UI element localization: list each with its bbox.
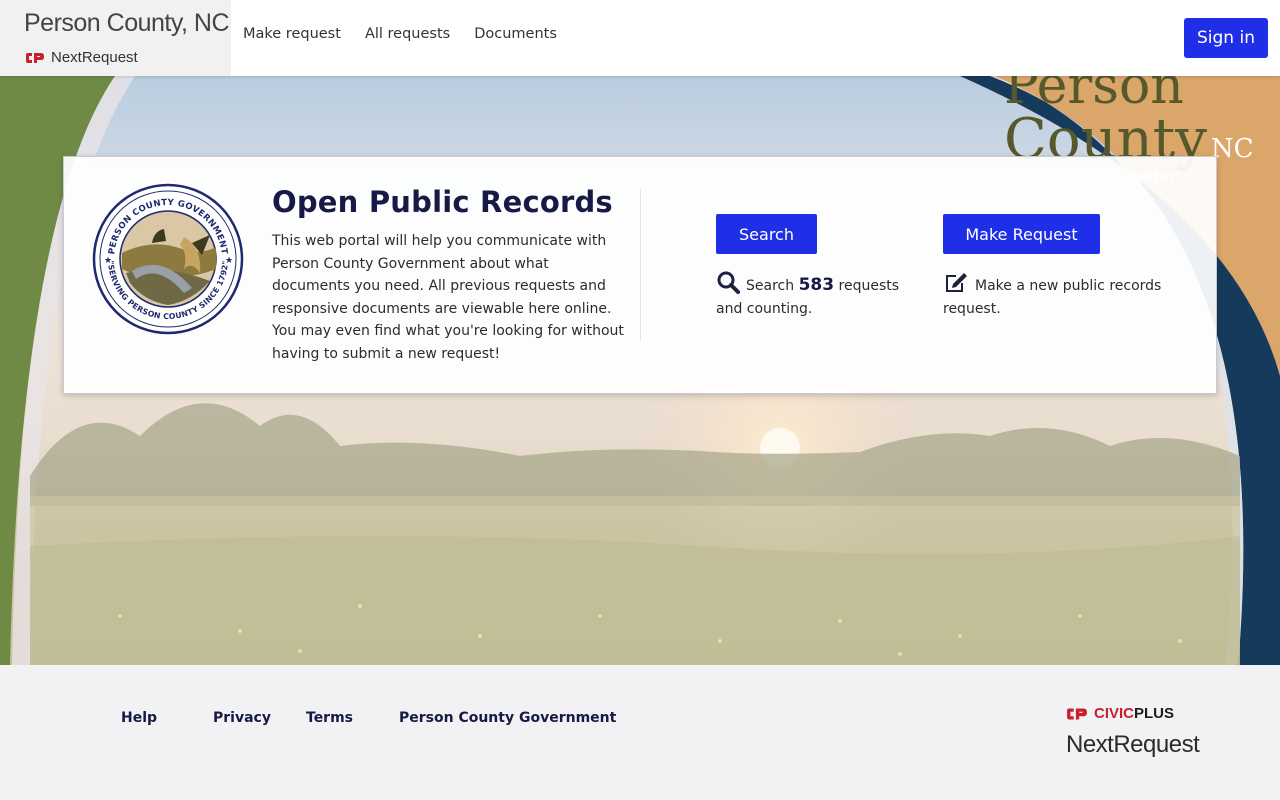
search-caption-prefix: Search (746, 278, 795, 294)
county-seal-icon: PERSON COUNTY GOVERNMENT "SERVING PERSON… (92, 183, 244, 335)
search-button[interactable]: Search (716, 214, 817, 254)
footer-link-county-government[interactable]: Person County Government (399, 710, 616, 726)
card-divider (640, 189, 641, 341)
request-caption-text: Make a new public records request. (943, 278, 1162, 317)
make-request-button[interactable]: Make Request (943, 214, 1100, 254)
civicplus-word-plus: PLUS (1134, 705, 1175, 722)
footer-link-privacy[interactable]: Privacy (213, 710, 271, 726)
civicplus-brand[interactable]: CIVICPLUS (1066, 705, 1174, 722)
footer-product-name: NextRequest (1066, 731, 1200, 758)
footer-link-help[interactable]: Help (121, 710, 157, 726)
intro-description: This web portal will help you communicat… (272, 233, 624, 362)
product-name: NextRequest (51, 49, 138, 66)
request-count: 583 (798, 275, 835, 295)
footer: Help Privacy Terms Person County Governm… (0, 665, 1280, 800)
page-title: Open Public Records (272, 185, 613, 219)
welcome-card: PERSON COUNTY GOVERNMENT "SERVING PERSON… (63, 156, 1217, 394)
edit-icon (946, 273, 967, 292)
nav-all-requests[interactable]: All requests (365, 26, 450, 42)
search-caption: Search 583 requests and counting. (716, 270, 911, 321)
svg-text:★: ★ (225, 256, 233, 266)
org-title[interactable]: Person County, NC (24, 9, 230, 38)
civicplus-logo-icon (26, 52, 44, 63)
logo-nc: NC (1210, 134, 1254, 164)
brand-block[interactable]: Person County, NC NextRequest (0, 0, 231, 76)
footer-link-terms[interactable]: Terms (306, 710, 353, 726)
main-nav: Make request All requests Documents (243, 26, 557, 42)
nav-documents[interactable]: Documents (474, 26, 557, 42)
nextrequest-brand: NextRequest (25, 49, 138, 66)
nav-make-request[interactable]: Make request (243, 26, 341, 42)
civicplus-word-civic: CIVIC (1094, 705, 1135, 722)
search-icon (717, 271, 740, 294)
svg-text:★: ★ (104, 256, 112, 266)
sign-in-button[interactable]: Sign in (1184, 18, 1268, 58)
request-caption: Make a new public records request. (943, 270, 1173, 321)
top-navbar: Person County, NC NextRequest Make reque… (0, 0, 1280, 76)
civicplus-logo-icon (1067, 708, 1087, 719)
